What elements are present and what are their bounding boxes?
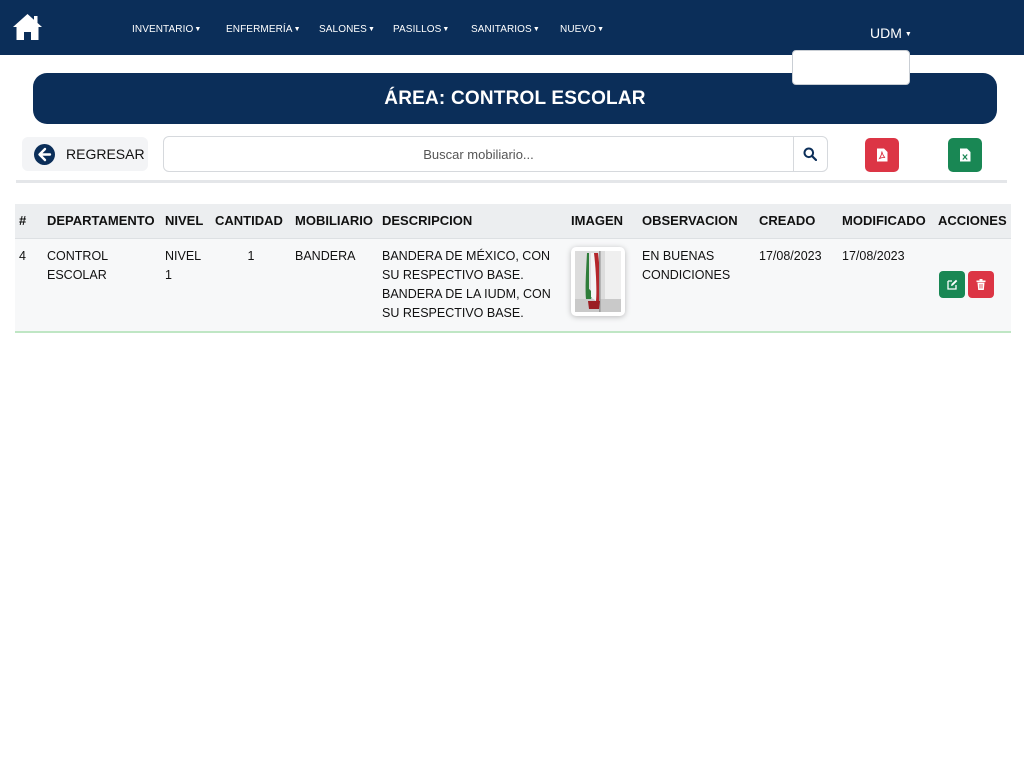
caret-down-icon: ▼ bbox=[532, 26, 540, 33]
cell-id: 4 bbox=[19, 248, 26, 263]
nav-item-inventario[interactable]: INVENTARIO▼ bbox=[132, 24, 201, 35]
user-menu-label: UDM bbox=[870, 25, 902, 41]
back-button-label: REGRESAR bbox=[66, 146, 145, 162]
nav-item-label: NUEVO bbox=[560, 24, 597, 35]
caret-down-icon: ▼ bbox=[194, 26, 202, 33]
arrow-circle-left-icon bbox=[34, 143, 55, 165]
cell-imagen bbox=[567, 238, 638, 332]
furniture-table: # DEPARTAMENTO NIVEL CANTIDAD MOBILIARIO… bbox=[15, 204, 1011, 333]
column-header-descripcion[interactable]: DESCRIPCION bbox=[378, 204, 567, 239]
cell-modificado: 17/08/2023 bbox=[842, 248, 905, 263]
cell-creado: 17/08/2023 bbox=[759, 248, 822, 263]
column-header-id[interactable]: # bbox=[15, 204, 43, 239]
column-header-cantidad[interactable]: CANTIDAD bbox=[211, 204, 291, 239]
nav-item-sanitarios[interactable]: SANITARIOS▼ bbox=[471, 24, 540, 35]
cell-departamento: CONTROL ESCOLAR bbox=[47, 248, 108, 282]
column-header-nivel[interactable]: NIVEL bbox=[161, 204, 211, 239]
table-header-row: # DEPARTAMENTO NIVEL CANTIDAD MOBILIARIO… bbox=[15, 204, 1011, 239]
caret-down-icon: ▼ bbox=[597, 26, 605, 33]
nav-item-enfermeria[interactable]: ENFERMERÍA▼ bbox=[226, 24, 301, 35]
caret-down-icon: ▼ bbox=[293, 26, 301, 33]
column-header-mobiliario[interactable]: MOBILIARIO bbox=[291, 204, 378, 239]
cell-descripcion: BANDERA DE MÉXICO, CON SU RESPECTIVO BAS… bbox=[382, 248, 551, 320]
nav-item-nuevo[interactable]: NUEVO▼ bbox=[560, 24, 604, 35]
user-dropdown-menu[interactable] bbox=[792, 50, 910, 85]
caret-down-icon: ▼ bbox=[904, 31, 912, 38]
column-header-imagen[interactable]: IMAGEN bbox=[567, 204, 638, 239]
cell-cantidad: 1 bbox=[247, 248, 255, 263]
edit-button[interactable] bbox=[939, 270, 965, 298]
column-header-acciones[interactable]: ACCIONES bbox=[934, 204, 1011, 239]
flag-photo bbox=[575, 250, 621, 312]
nav-item-label: INVENTARIO bbox=[132, 24, 194, 35]
column-header-observacion[interactable]: OBSERVACION bbox=[638, 204, 755, 239]
file-excel-icon bbox=[960, 148, 971, 162]
search-icon bbox=[803, 147, 817, 161]
column-header-creado[interactable]: CREADO bbox=[755, 204, 838, 239]
nav-item-pasillos[interactable]: PASILLOS▼ bbox=[393, 24, 449, 35]
nav-item-salones[interactable]: SALONES▼ bbox=[319, 24, 375, 35]
delete-button[interactable] bbox=[968, 270, 994, 298]
trash-icon bbox=[976, 278, 986, 290]
item-thumbnail[interactable] bbox=[571, 246, 625, 316]
table-row: 4 CONTROL ESCOLAR NIVEL 1 1 BANDERA BAND… bbox=[15, 238, 1011, 332]
cell-acciones bbox=[934, 238, 1011, 332]
cell-mobiliario: BANDERA bbox=[295, 248, 356, 263]
search-button[interactable] bbox=[793, 137, 827, 171]
back-button[interactable]: REGRESAR bbox=[22, 137, 148, 171]
search-bar bbox=[163, 136, 828, 172]
nav-item-label: ENFERMERÍA bbox=[226, 24, 293, 35]
search-input[interactable] bbox=[164, 137, 794, 171]
export-excel-button[interactable] bbox=[948, 138, 982, 172]
toolbar-divider bbox=[16, 180, 1007, 183]
user-menu-toggle[interactable]: UDM ▼ bbox=[870, 25, 912, 41]
edit-icon bbox=[946, 279, 957, 290]
column-header-departamento[interactable]: DEPARTAMENTO bbox=[43, 204, 161, 239]
file-pdf-icon bbox=[877, 148, 888, 162]
column-header-modificado[interactable]: MODIFICADO bbox=[838, 204, 934, 239]
cell-nivel: NIVEL 1 bbox=[165, 248, 201, 282]
nav-item-label: PASILLOS bbox=[393, 24, 442, 35]
export-pdf-button[interactable] bbox=[865, 138, 899, 172]
nav-item-label: SALONES bbox=[319, 24, 367, 35]
nav-item-label: SANITARIOS bbox=[471, 24, 532, 35]
page-title: ÁREA: CONTROL ESCOLAR bbox=[384, 87, 646, 109]
top-navbar: INVENTARIO▼ ENFERMERÍA▼ SALONES▼ PASILLO… bbox=[0, 0, 1024, 55]
caret-down-icon: ▼ bbox=[367, 26, 375, 33]
home-icon[interactable] bbox=[12, 13, 43, 41]
caret-down-icon: ▼ bbox=[442, 26, 450, 33]
cell-observacion: EN BUENAS CONDICIONES bbox=[642, 248, 731, 282]
